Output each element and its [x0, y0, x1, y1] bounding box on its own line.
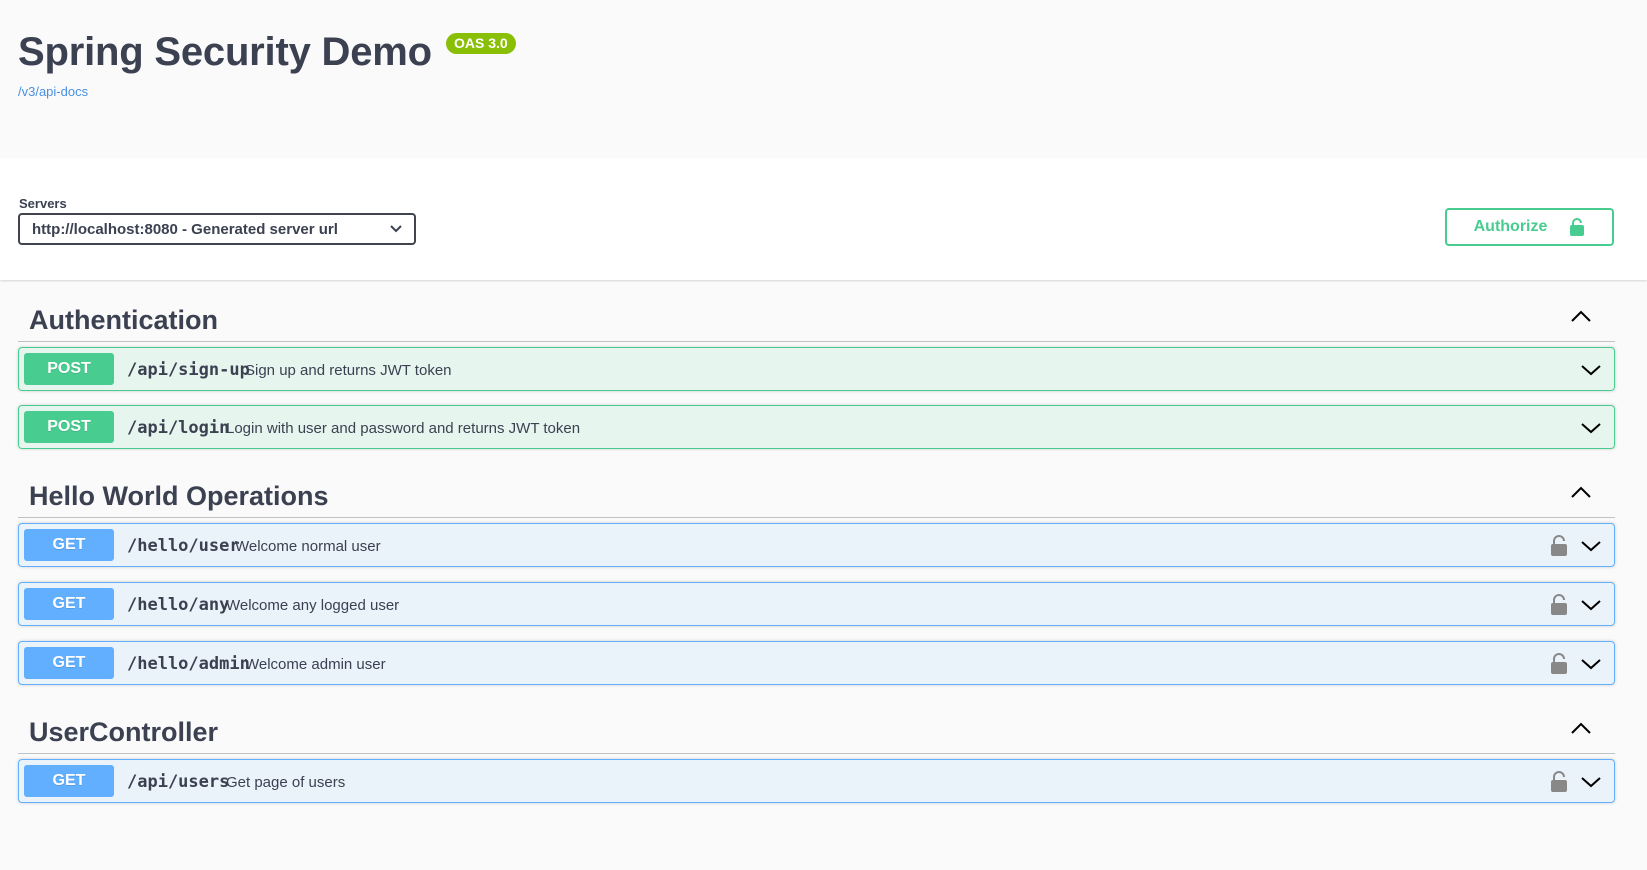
chevron-down-icon[interactable]: [1580, 654, 1602, 674]
chevron-down-icon[interactable]: [1580, 595, 1602, 615]
lock-icon[interactable]: [1550, 594, 1568, 616]
scheme-container: Servers http://localhost:8080 - Generate…: [0, 158, 1647, 280]
operation-summary: Welcome admin user: [245, 656, 386, 673]
operation-path: /hello/user: [127, 536, 240, 556]
operation-path: /hello/any: [127, 595, 230, 615]
tag-header-authentication[interactable]: Authentication: [18, 293, 1615, 342]
page-title: Spring Security Demo: [18, 30, 432, 74]
tag-title: Hello World Operations: [29, 481, 329, 511]
operation-summary: Get page of users: [226, 774, 346, 791]
tag-title: UserController: [29, 717, 219, 747]
authorize-button[interactable]: Authorize: [1445, 208, 1614, 246]
tag-header-usercontroller[interactable]: UserController: [18, 705, 1615, 754]
method-badge: GET: [24, 647, 114, 679]
method-badge: POST: [24, 353, 114, 385]
operation-summary: Sign up and returns JWT token: [245, 362, 452, 379]
method-badge: GET: [24, 529, 114, 561]
chevron-down-icon[interactable]: [1580, 536, 1602, 556]
server-select[interactable]: http://localhost:8080 - Generated server…: [18, 213, 416, 245]
operation-get-hello-user[interactable]: GET /hello/user Welcome normal user: [18, 523, 1615, 567]
api-docs-link[interactable]: /v3/api-docs: [18, 84, 88, 99]
chevron-down-icon[interactable]: [1580, 418, 1602, 438]
chevron-up-icon[interactable]: [1569, 307, 1593, 327]
tag-title: Authentication: [29, 305, 218, 335]
chevron-up-icon[interactable]: [1569, 719, 1593, 739]
operation-path: /api/users: [127, 772, 230, 792]
method-badge: GET: [24, 765, 114, 797]
operation-post-api-sign-up[interactable]: POST /api/sign-up Sign up and returns JW…: [18, 347, 1615, 391]
operation-get-hello-admin[interactable]: GET /hello/admin Welcome admin user: [18, 641, 1615, 685]
chevron-down-icon: [390, 225, 402, 233]
chevron-down-icon[interactable]: [1580, 360, 1602, 380]
operation-summary: Welcome any logged user: [226, 597, 400, 614]
chevron-down-icon[interactable]: [1580, 772, 1602, 792]
unlock-icon: [1570, 218, 1585, 236]
authorize-label: Authorize: [1473, 218, 1548, 235]
operation-summary: Login with user and password and returns…: [226, 420, 581, 437]
lock-icon[interactable]: [1550, 653, 1568, 675]
server-select-value: http://localhost:8080 - Generated server…: [32, 220, 338, 238]
method-badge: GET: [24, 588, 114, 620]
operation-path: /hello/admin: [127, 654, 250, 674]
operation-get-hello-any[interactable]: GET /hello/any Welcome any logged user: [18, 582, 1615, 626]
tag-header-hello-world-operations[interactable]: Hello World Operations: [18, 469, 1615, 518]
lock-icon[interactable]: [1550, 771, 1568, 793]
info-header: Spring Security Demo OAS 3.0 /v3/api-doc…: [0, 0, 1647, 158]
operation-get-api-users[interactable]: GET /api/users Get page of users: [18, 759, 1615, 803]
method-badge: POST: [24, 411, 114, 443]
chevron-up-icon[interactable]: [1569, 483, 1593, 503]
operation-path: /api/login: [127, 418, 230, 438]
version-badge: OAS 3.0: [446, 33, 516, 54]
servers-label: Servers: [19, 196, 67, 211]
operation-summary: Welcome normal user: [235, 538, 381, 555]
operation-post-api-login[interactable]: POST /api/login Login with user and pass…: [18, 405, 1615, 449]
lock-icon[interactable]: [1550, 535, 1568, 557]
operation-path: /api/sign-up: [127, 360, 250, 380]
